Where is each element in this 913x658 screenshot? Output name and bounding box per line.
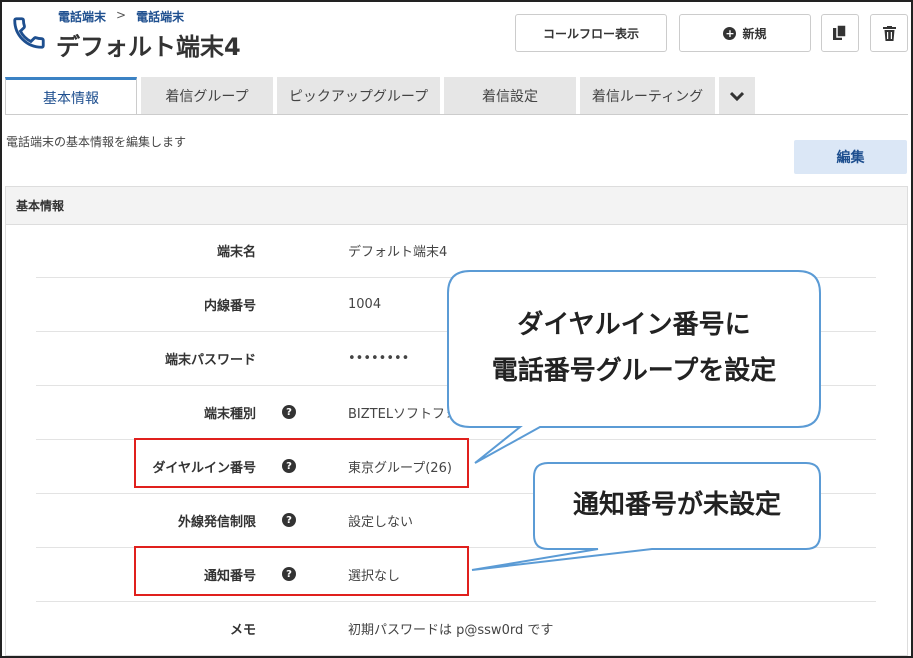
notify-callout-text: 通知番号が未設定: [572, 490, 781, 520]
dialin-callout-line2: 電話番号グループを設定: [491, 356, 777, 386]
dialin-callout-line1: ダイヤルイン番号に: [517, 310, 751, 340]
dialin-callout-text: ダイヤルイン番号に 電話番号グループを設定: [448, 302, 820, 394]
